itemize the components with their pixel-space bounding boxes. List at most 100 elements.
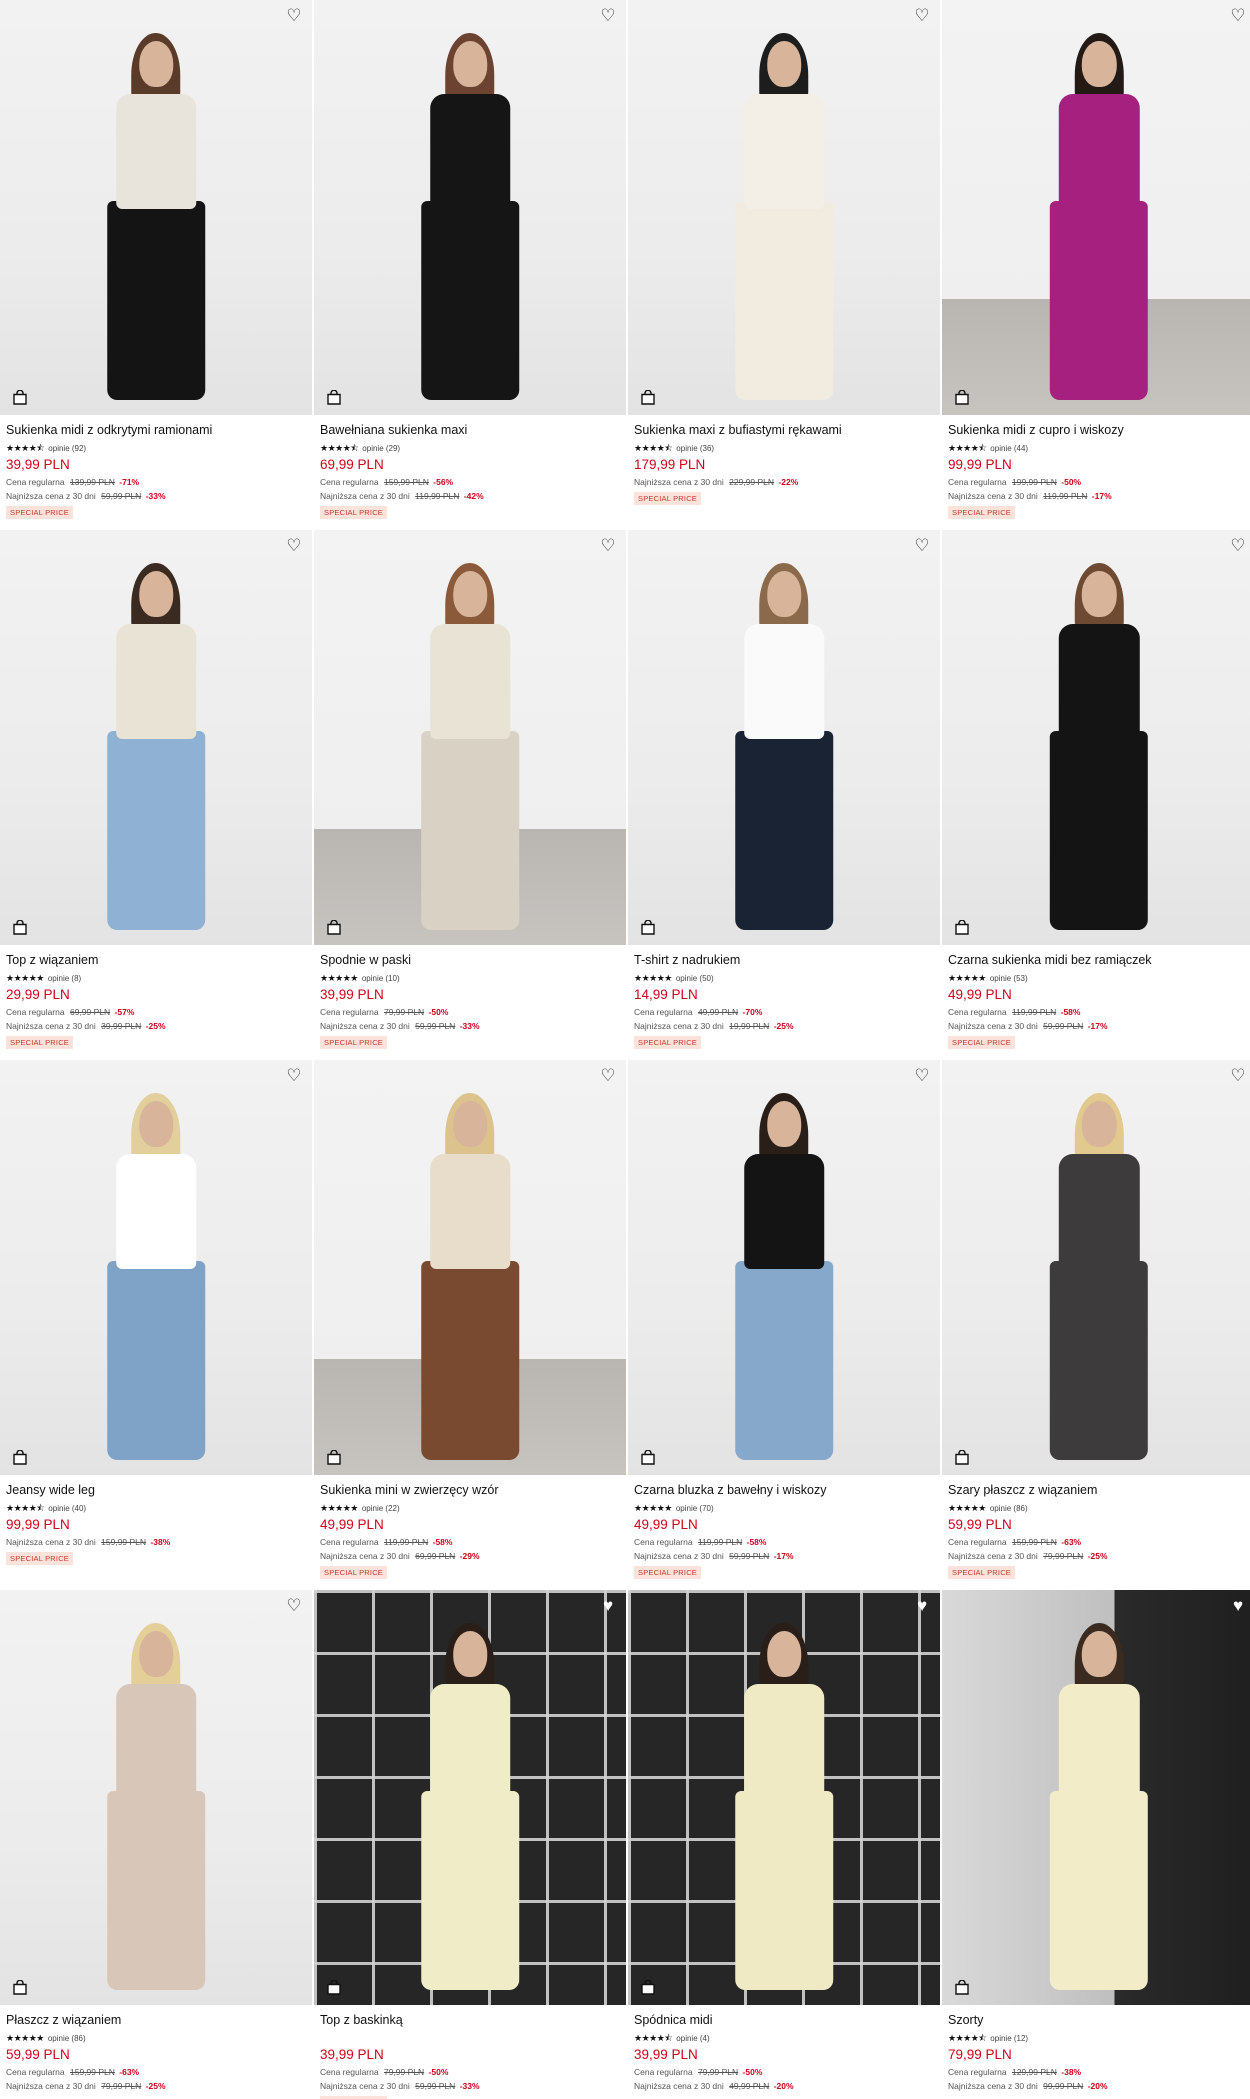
review-count[interactable]: opinie (8) (48, 974, 81, 983)
lowest-price-discount: -29% (459, 1551, 480, 1561)
product-card[interactable]: ♡ Sukienka midi z cupro i wiskozy ★★★★⯪ … (942, 0, 1250, 530)
shopping-bag-icon[interactable] (12, 390, 28, 405)
shopping-bag-icon[interactable] (12, 1450, 28, 1465)
heart-icon[interactable]: ♡ (1228, 536, 1248, 556)
product-photo[interactable]: ♡ (0, 0, 312, 415)
review-count[interactable]: opinie (36) (676, 444, 714, 453)
review-count[interactable]: opinie (40) (48, 1504, 86, 1513)
product-card[interactable]: ♥ Spódnica midi ★★★★⯪ opinie (4) 39,99 P… (628, 1590, 940, 2099)
product-card[interactable]: ♡ Bawełniana sukienka maxi ★★★★⯪ opinie … (314, 0, 626, 530)
product-name[interactable]: Spódnica midi (634, 2013, 934, 2029)
product-card[interactable]: ♡ Płaszcz z wiązaniem ★★★★★ opinie (86) … (0, 1590, 312, 2099)
product-name[interactable]: Płaszcz z wiązaniem (6, 2013, 306, 2029)
shopping-bag-icon[interactable] (640, 1450, 656, 1465)
review-count[interactable]: opinie (92) (48, 444, 86, 453)
heart-icon[interactable]: ♡ (598, 6, 618, 26)
shopping-bag-icon[interactable] (326, 1980, 342, 1995)
product-photo[interactable]: ♡ (942, 1060, 1250, 1475)
heart-icon[interactable]: ♡ (1228, 6, 1248, 26)
product-photo[interactable]: ♥ (628, 1590, 940, 2005)
shopping-bag-icon[interactable] (12, 1980, 28, 1995)
product-info: Jeansy wide leg ★★★★⯪ opinie (40) 99,99 … (0, 1475, 312, 1566)
review-count[interactable]: opinie (4) (676, 2034, 709, 2043)
model-figure (84, 1093, 228, 1475)
product-card[interactable]: ♡ Czarna bluzka z bawełny i wiskozy ★★★★… (628, 1060, 940, 1590)
shopping-bag-icon[interactable] (640, 390, 656, 405)
product-card[interactable]: ♡ Top z wiązaniem ★★★★★ opinie (8) 29,99… (0, 530, 312, 1060)
heart-icon[interactable]: ♥ (912, 1596, 932, 1616)
product-name[interactable]: Sukienka midi z odkrytymi ramionami (6, 423, 306, 439)
shopping-bag-icon[interactable] (326, 920, 342, 935)
heart-icon[interactable]: ♥ (1228, 1596, 1248, 1616)
product-photo[interactable]: ♡ (0, 1590, 312, 2005)
product-name[interactable]: Sukienka midi z cupro i wiskozy (948, 423, 1250, 439)
shopping-bag-icon[interactable] (640, 920, 656, 935)
product-card[interactable]: ♥ Szorty ★★★★⯪ opinie (12) 79,99 PLN Cen… (942, 1590, 1250, 2099)
heart-icon[interactable]: ♡ (598, 536, 618, 556)
product-photo[interactable]: ♡ (0, 1060, 312, 1475)
shopping-bag-icon[interactable] (954, 1450, 970, 1465)
product-card[interactable]: ♡ T-shirt z nadrukiem ★★★★★ opinie (50) … (628, 530, 940, 1060)
heart-icon[interactable]: ♡ (284, 6, 304, 26)
product-name[interactable]: Top z baskinką (320, 2013, 620, 2029)
shopping-bag-icon[interactable] (326, 390, 342, 405)
product-name[interactable]: Czarna sukienka midi bez ramiączek (948, 953, 1250, 969)
product-photo[interactable]: ♡ (314, 530, 626, 945)
product-card[interactable]: ♡ Sukienka maxi z bufiastymi rękawami ★★… (628, 0, 940, 530)
product-photo[interactable]: ♡ (628, 1060, 940, 1475)
review-count[interactable]: opinie (86) (990, 1504, 1028, 1513)
heart-icon[interactable]: ♡ (912, 6, 932, 26)
product-rating: ★★★★⯪ opinie (4) (634, 2032, 934, 2044)
product-photo[interactable]: ♡ (942, 530, 1250, 945)
product-photo[interactable]: ♥ (314, 1590, 626, 2005)
review-count[interactable]: opinie (22) (362, 1504, 400, 1513)
product-name[interactable]: Spodnie w paski (320, 953, 620, 969)
heart-icon[interactable]: ♡ (912, 536, 932, 556)
product-card[interactable]: ♡ Sukienka midi z odkrytymi ramionami ★★… (0, 0, 312, 530)
shopping-bag-icon[interactable] (326, 1450, 342, 1465)
heart-icon[interactable]: ♡ (284, 1596, 304, 1616)
shopping-bag-icon[interactable] (954, 390, 970, 405)
heart-icon[interactable]: ♥ (598, 1596, 618, 1616)
shopping-bag-icon[interactable] (12, 920, 28, 935)
product-name[interactable]: Szary płaszcz z wiązaniem (948, 1483, 1250, 1499)
review-count[interactable]: opinie (10) (362, 974, 400, 983)
product-photo[interactable]: ♥ (942, 1590, 1250, 2005)
product-name[interactable]: Sukienka mini w zwierzęcy wzór (320, 1483, 620, 1499)
shopping-bag-icon[interactable] (954, 1980, 970, 1995)
product-price: 179,99 PLN (634, 457, 706, 472)
shopping-bag-icon[interactable] (640, 1980, 656, 1995)
product-name[interactable]: Jeansy wide leg (6, 1483, 306, 1499)
product-photo[interactable]: ♡ (314, 0, 626, 415)
product-photo[interactable]: ♡ (628, 530, 940, 945)
product-name[interactable]: Top z wiązaniem (6, 953, 306, 969)
heart-icon[interactable]: ♡ (284, 1066, 304, 1086)
product-name[interactable]: Bawełniana sukienka maxi (320, 423, 620, 439)
product-card[interactable]: ♡ Jeansy wide leg ★★★★⯪ opinie (40) 99,9… (0, 1060, 312, 1590)
review-count[interactable]: opinie (70) (676, 1504, 714, 1513)
product-card[interactable]: ♥ Top z baskinką 39,99 PLN Cena regularn… (314, 1590, 626, 2099)
product-card[interactable]: ♡ Sukienka mini w zwierzęcy wzór ★★★★★ o… (314, 1060, 626, 1590)
product-photo[interactable]: ♡ (628, 0, 940, 415)
product-card[interactable]: ♡ Szary płaszcz z wiązaniem ★★★★★ opinie… (942, 1060, 1250, 1590)
product-photo[interactable]: ♡ (0, 530, 312, 945)
heart-icon[interactable]: ♡ (1228, 1066, 1248, 1086)
product-photo[interactable]: ♡ (314, 1060, 626, 1475)
review-count[interactable]: opinie (50) (676, 974, 714, 983)
product-name[interactable]: Czarna bluzka z bawełny i wiskozy (634, 1483, 934, 1499)
product-card[interactable]: ♡ Spodnie w paski ★★★★★ opinie (10) 39,9… (314, 530, 626, 1060)
review-count[interactable]: opinie (53) (990, 974, 1028, 983)
shopping-bag-icon[interactable] (954, 920, 970, 935)
product-photo[interactable]: ♡ (942, 0, 1250, 415)
review-count[interactable]: opinie (44) (990, 444, 1028, 453)
review-count[interactable]: opinie (29) (362, 444, 400, 453)
product-name[interactable]: T-shirt z nadrukiem (634, 953, 934, 969)
heart-icon[interactable]: ♡ (912, 1066, 932, 1086)
heart-icon[interactable]: ♡ (284, 536, 304, 556)
product-name[interactable]: Sukienka maxi z bufiastymi rękawami (634, 423, 934, 439)
product-name[interactable]: Szorty (948, 2013, 1250, 2029)
heart-icon[interactable]: ♡ (598, 1066, 618, 1086)
product-card[interactable]: ♡ Czarna sukienka midi bez ramiączek ★★★… (942, 530, 1250, 1060)
review-count[interactable]: opinie (12) (990, 2034, 1028, 2043)
review-count[interactable]: opinie (86) (48, 2034, 86, 2043)
